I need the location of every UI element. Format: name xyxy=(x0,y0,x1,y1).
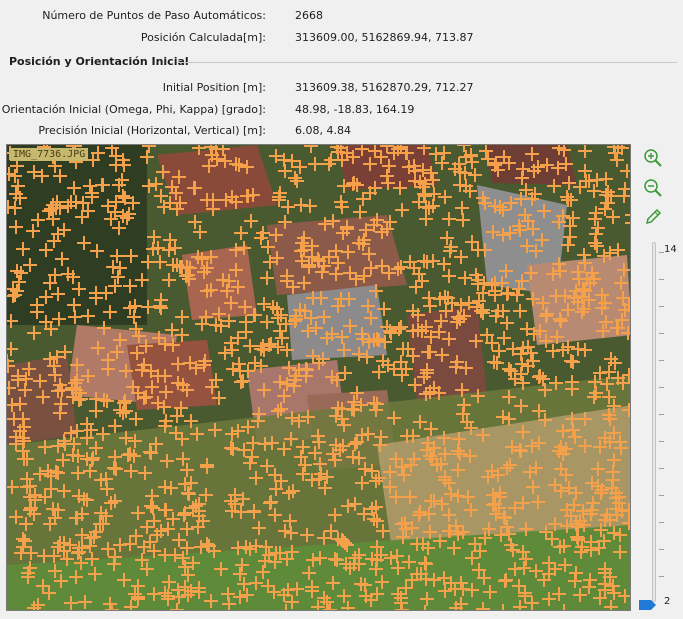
zoom-slider-tick xyxy=(659,387,664,388)
zoom-slider-tick xyxy=(659,441,664,442)
zoom-slider-tick xyxy=(659,468,664,469)
zoom-max-label: 14 xyxy=(664,244,677,255)
zoom-slider-tick xyxy=(659,252,664,253)
initial-precision-label: Precisión Inicial (Horizontal, Vertical)… xyxy=(38,124,266,137)
zoom-in-button[interactable] xyxy=(643,148,663,168)
image-viewer[interactable]: IMG_7736.JPG xyxy=(6,144,631,611)
computed-position-value: 313609.00, 5162869.94, 713.87 xyxy=(295,31,474,44)
zoom-slider-tick xyxy=(659,495,664,496)
zoom-slider-tick xyxy=(659,360,664,361)
zoom-slider-tick xyxy=(659,279,664,280)
image-filename-label: IMG_7736.JPG xyxy=(10,148,89,161)
initial-position-row: Initial Position [m]: 313609.38, 5162870… xyxy=(0,77,660,99)
initial-orientation-label: Orientación Inicial (Omega, Phi, Kappa) … xyxy=(1,103,266,116)
zoom-slider-tick xyxy=(659,333,664,334)
zoom-slider-tick xyxy=(659,306,664,307)
initial-orientation-row: Orientación Inicial (Omega, Phi, Kappa) … xyxy=(0,99,660,121)
initial-position-label: Initial Position [m]: xyxy=(162,81,266,94)
initial-precision-value: 6.08, 4.84 xyxy=(295,124,351,137)
zoom-min-label: 2 xyxy=(664,596,671,607)
auto-tie-points-row: Número de Puntos de Paso Automáticos: 26… xyxy=(0,5,660,27)
zoom-slider-tick xyxy=(659,549,664,550)
initial-orientation-value: 48.98, -18.83, 164.19 xyxy=(295,103,415,116)
zoom-slider-tick xyxy=(659,576,664,577)
pencil-icon xyxy=(645,208,662,225)
zoom-slider-tick xyxy=(659,522,664,523)
zoom-slider-handle[interactable] xyxy=(639,600,656,610)
zoom-in-icon xyxy=(644,149,662,167)
auto-tie-points-value: 2668 xyxy=(295,9,323,22)
section-title: Posición y Orientación Inicial xyxy=(9,55,189,68)
initial-precision-row: Precisión Inicial (Horizontal, Vertical)… xyxy=(0,120,660,142)
section-divider xyxy=(178,62,677,63)
edit-button[interactable] xyxy=(643,207,663,227)
zoom-slider-track[interactable] xyxy=(652,242,656,602)
zoom-out-button[interactable] xyxy=(643,178,663,198)
aerial-photo xyxy=(7,145,630,610)
zoom-out-icon xyxy=(644,179,662,197)
computed-position-row: Posición Calculada[m]: 313609.00, 516286… xyxy=(0,27,660,49)
zoom-slider-tick xyxy=(659,414,664,415)
initial-position-value: 313609.38, 5162870.29, 712.27 xyxy=(295,81,474,94)
computed-position-label: Posición Calculada[m]: xyxy=(140,31,266,44)
auto-tie-points-label: Número de Puntos de Paso Automáticos: xyxy=(42,9,266,22)
